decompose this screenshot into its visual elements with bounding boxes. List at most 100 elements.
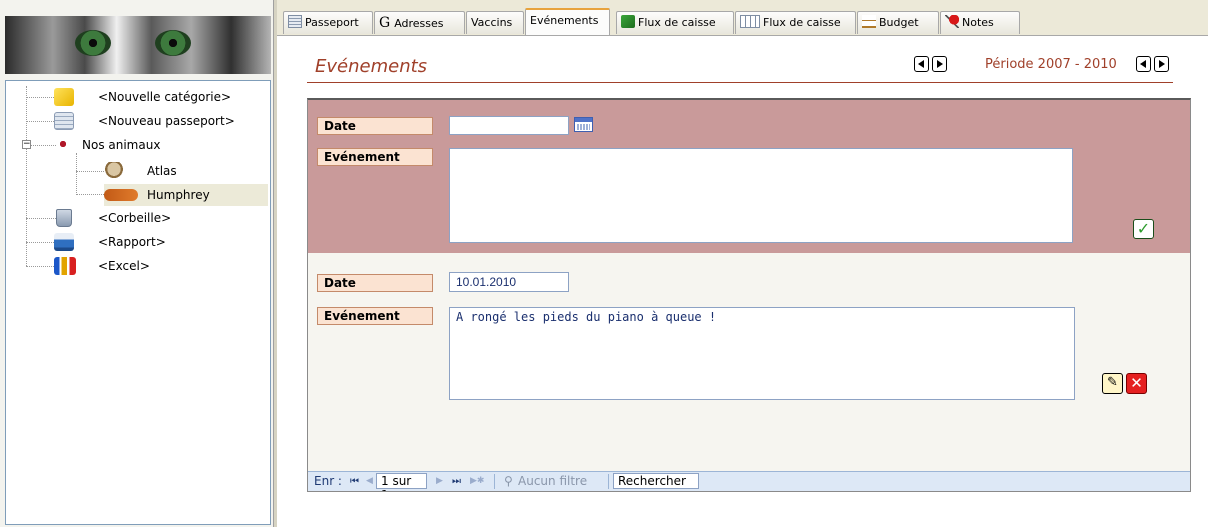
tree-line [26,121,56,122]
tab-evenements[interactable]: Evénements [525,8,610,35]
period-prev-button[interactable] [1136,56,1151,72]
tree-line [26,242,56,243]
tree-item-nos-animaux[interactable]: Nos animaux [54,134,264,156]
pin-icon [945,15,959,28]
tab-notes[interactable]: Notes [940,11,1020,34]
event-label: Evénement [317,307,433,325]
refresh-icon [621,15,635,28]
tab-vaccins[interactable]: Vaccins [466,11,524,34]
tree-item-atlas[interactable]: Atlas [104,160,264,182]
tree-item-humphrey[interactable]: Humphrey [104,184,268,206]
tree-item-label: <Nouveau passeport> [98,114,235,128]
category-tree[interactable]: − <Nouvelle catégorie> <Nouveau passepor… [5,80,271,525]
tab-label: Budget [879,16,919,29]
passport-icon [288,15,302,28]
tree-line [26,266,56,267]
record-date-input[interactable] [449,272,569,292]
last-record-button[interactable]: ⏭ [452,474,461,489]
save-check-button[interactable]: ✓ [1133,219,1154,239]
edit-icon: ✎ [1107,375,1118,390]
edit-button[interactable]: ✎ [1102,373,1123,394]
tree-item-label: <Rapport> [98,235,166,249]
tree-item-excel[interactable]: <Excel> [54,255,264,277]
tab-flux-de-caisse-1[interactable]: Flux de caisse [616,11,734,34]
tree-item-label: Nos animaux [82,138,161,152]
next-record-button[interactable]: ▶ [436,474,443,489]
g-icon: G [379,15,391,31]
record-event-input[interactable]: A rongé les pieds du piano à queue ! [449,307,1075,400]
tab-label: Flux de caisse [763,16,841,29]
excel-chart-icon [54,257,76,275]
title-divider [307,82,1173,83]
new-date-input[interactable] [449,116,569,135]
eye-right [155,30,191,56]
period-label: Période 2007 - 2010 [985,57,1117,72]
tree-expander[interactable]: − [22,140,31,149]
filter-toggle[interactable]: Aucun filtre [518,474,587,489]
cat-eyes-banner [5,16,271,74]
tab-label: Adresses [394,17,444,30]
nav-separator [608,474,609,489]
arrow-right-icon [1159,60,1165,68]
tab-label: Flux de caisse [638,16,716,29]
new-event-input[interactable] [449,148,1073,243]
scales-icon [862,15,876,28]
records-list: Date Evénement ✓ Date Evénement A rongé … [307,98,1191,492]
calendar-grid [577,124,590,130]
tree-line [26,97,56,98]
close-icon: ✕ [1130,374,1143,392]
record-navigation-bar: Enr : ⏮ ◀ 1 sur 1 ▶ ⏭ ▶✱ ⚲ Aucun filtre … [308,471,1190,491]
period-next-button[interactable] [1154,56,1169,72]
tree-item-rapport[interactable]: <Rapport> [54,231,264,253]
arrow-left-icon [918,60,924,68]
tree-item-label: <Excel> [98,259,150,273]
tree-item-label: Humphrey [147,188,210,202]
record-nav-prefix: Enr : [314,474,342,488]
folder-icon [54,88,74,106]
tree-item-new-passport[interactable]: <Nouveau passeport> [54,110,264,132]
document-icon [54,112,74,130]
tree-item-label: <Nouvelle catégorie> [98,90,232,104]
table-icon [740,15,760,28]
search-input[interactable]: Rechercher [613,473,699,489]
tree-line [31,145,56,146]
tab-label: Passeport [305,16,359,29]
page-title: Evénements [315,56,428,77]
tree-line [76,153,77,195]
tree-item-label: Atlas [147,164,177,178]
calendar-icon[interactable] [574,117,593,132]
trash-icon [56,209,72,227]
tab-strip: Passeport G Adresses Vaccins Evénements F… [277,0,1208,35]
record-position-input[interactable]: 1 sur 1 [376,473,427,491]
form-prev-button[interactable] [914,56,929,72]
form-next-button[interactable] [932,56,947,72]
tab-label: Vaccins [471,16,513,29]
nav-separator [494,474,495,489]
tree-line [26,218,56,219]
filter-icon: ⚲ [504,474,513,488]
new-record-button[interactable]: ▶✱ [470,474,484,489]
tree-line [76,194,104,195]
tab-budget[interactable]: Budget [857,11,939,34]
tree-item-new-category[interactable]: <Nouvelle catégorie> [54,86,264,108]
tab-flux-de-caisse-2[interactable]: Flux de caisse [735,11,856,34]
tab-label: Evénements [530,14,599,27]
paw-icon [58,138,68,150]
tab-adresses[interactable]: G Adresses [374,11,465,34]
form-area: Evénements Période 2007 - 2010 Date Evén… [277,35,1208,527]
tree-item-corbeille[interactable]: <Corbeille> [54,207,264,229]
delete-button[interactable]: ✕ [1126,373,1147,394]
dog-icon [104,189,138,201]
event-label: Evénement [317,148,433,166]
printer-icon [54,233,74,251]
arrow-left-icon [1140,60,1146,68]
tab-passeport[interactable]: Passeport [283,11,373,34]
new-record: Date Evénement ✓ [308,100,1190,253]
eye-left [75,30,111,56]
date-label: Date [317,274,433,292]
left-panel: − <Nouvelle catégorie> <Nouveau passepor… [0,0,273,527]
cat-icon [104,162,124,180]
arrow-right-icon [937,60,943,68]
first-record-button[interactable]: ⏮ [350,474,359,489]
prev-record-button[interactable]: ◀ [366,474,373,489]
